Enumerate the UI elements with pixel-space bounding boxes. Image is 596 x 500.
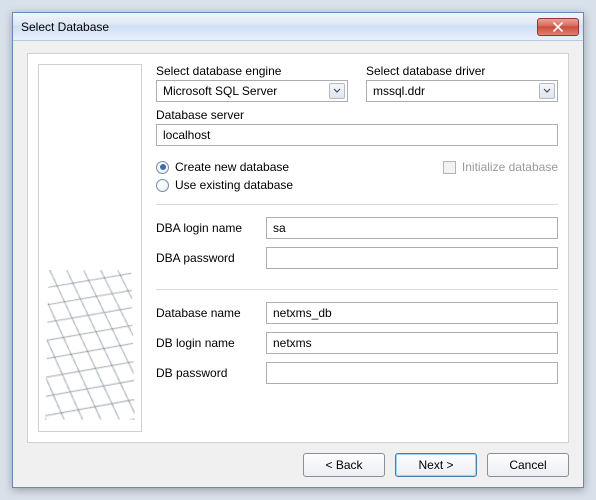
label-db-login: DB login name bbox=[156, 336, 258, 350]
banner-graphic bbox=[45, 270, 135, 419]
radio-create-label: Create new database bbox=[175, 160, 289, 174]
next-button[interactable]: Next > bbox=[395, 453, 477, 477]
main-panel: Select database engine Microsoft SQL Ser… bbox=[27, 53, 569, 443]
radio-icon bbox=[156, 179, 169, 192]
engine-select-value: Microsoft SQL Server bbox=[163, 84, 277, 98]
db-name-input[interactable] bbox=[266, 302, 558, 324]
server-input[interactable] bbox=[156, 124, 558, 146]
close-icon bbox=[553, 22, 563, 32]
close-button[interactable] bbox=[537, 18, 579, 36]
divider bbox=[156, 289, 558, 290]
dialog-body: Select database engine Microsoft SQL Ser… bbox=[13, 41, 583, 487]
driver-select[interactable]: mssql.ddr bbox=[366, 80, 558, 102]
window-title: Select Database bbox=[21, 20, 109, 34]
label-dba-password: DBA password bbox=[156, 251, 258, 265]
cancel-button[interactable]: Cancel bbox=[487, 453, 569, 477]
label-db-name: Database name bbox=[156, 306, 258, 320]
label-server: Database server bbox=[156, 108, 558, 122]
dba-password-input[interactable] bbox=[266, 247, 558, 269]
checkbox-init bbox=[443, 161, 456, 174]
back-button[interactable]: < Back bbox=[303, 453, 385, 477]
divider bbox=[156, 204, 558, 205]
init-label: Initialize database bbox=[462, 160, 558, 174]
label-engine: Select database engine bbox=[156, 64, 348, 78]
radio-create[interactable]: Create new database bbox=[156, 160, 293, 174]
radio-existing-label: Use existing database bbox=[175, 178, 293, 192]
label-driver: Select database driver bbox=[366, 64, 558, 78]
button-bar: < Back Next > Cancel bbox=[27, 443, 569, 477]
form-column: Select database engine Microsoft SQL Ser… bbox=[156, 64, 558, 432]
chevron-down-icon bbox=[539, 83, 555, 99]
db-login-input[interactable] bbox=[266, 332, 558, 354]
db-mode-radios: Create new database Use existing databas… bbox=[156, 156, 293, 192]
title-bar: Select Database bbox=[13, 13, 583, 41]
init-checkbox-row: Initialize database bbox=[443, 160, 558, 174]
label-dba-login: DBA login name bbox=[156, 221, 258, 235]
radio-icon bbox=[156, 161, 169, 174]
label-db-password: DB password bbox=[156, 366, 258, 380]
dialog-window: Select Database Select database engine M… bbox=[12, 12, 584, 488]
dba-login-input[interactable] bbox=[266, 217, 558, 239]
driver-select-value: mssql.ddr bbox=[373, 84, 425, 98]
radio-existing[interactable]: Use existing database bbox=[156, 178, 293, 192]
wizard-banner bbox=[38, 64, 142, 432]
chevron-down-icon bbox=[329, 83, 345, 99]
db-password-input[interactable] bbox=[266, 362, 558, 384]
engine-select[interactable]: Microsoft SQL Server bbox=[156, 80, 348, 102]
